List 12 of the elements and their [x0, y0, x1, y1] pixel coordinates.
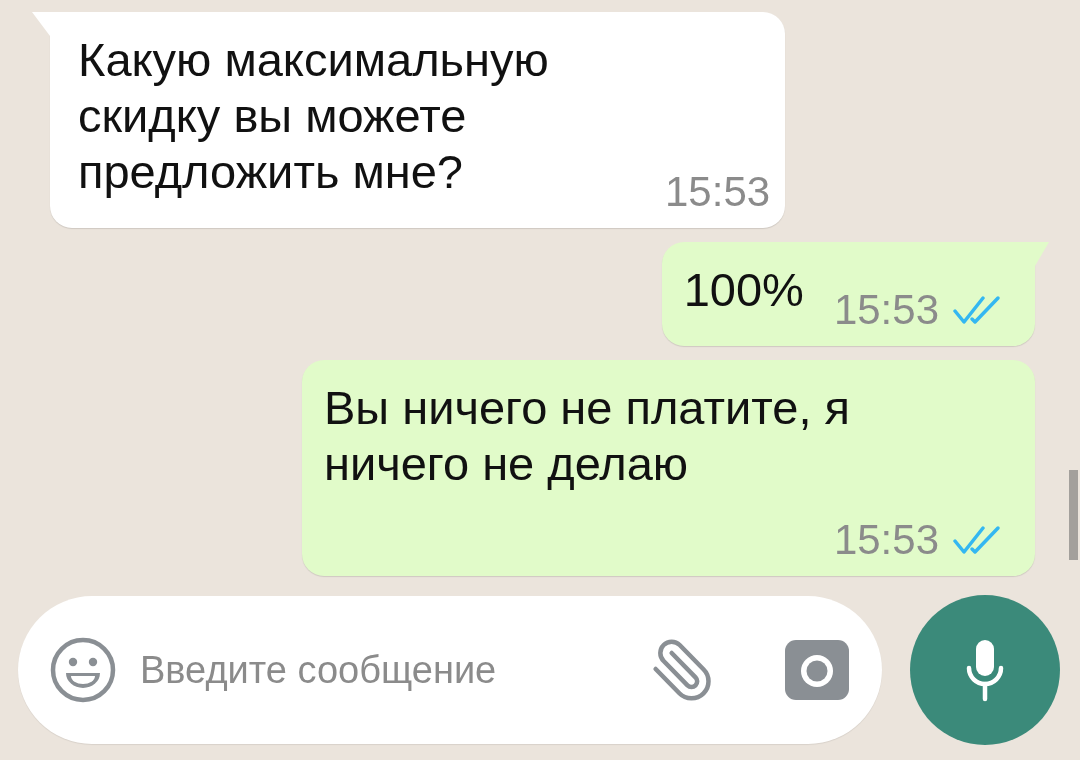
message-input[interactable]: Введите сообщение — [140, 648, 629, 692]
message-time: 15:53 — [665, 167, 771, 217]
microphone-icon — [965, 638, 1005, 702]
smiley-icon — [50, 637, 116, 703]
message-text: 100% — [683, 262, 804, 318]
message-text: Вы ничего не платите, я ничего не делаю — [324, 380, 851, 492]
message-text: Какую максимальную скидку вы можете предложить мне? — [78, 32, 550, 200]
camera-icon — [784, 639, 850, 701]
message-time: 15:53 — [833, 515, 939, 565]
emoji-button[interactable] — [50, 637, 116, 703]
message-time: 15:53 — [833, 285, 939, 335]
camera-button[interactable] — [784, 639, 850, 701]
